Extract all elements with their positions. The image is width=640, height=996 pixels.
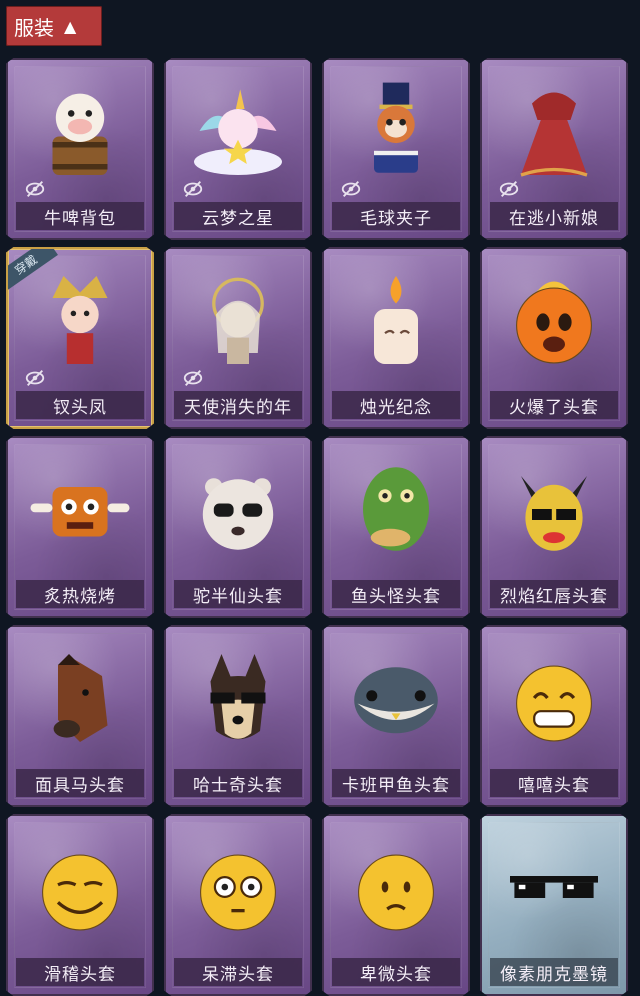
- category-tab-clothing[interactable]: 服装 ▲: [6, 6, 102, 46]
- item-name: 驼半仙头套: [174, 580, 302, 608]
- category-label: 服装: [14, 15, 54, 40]
- item-name: 鱼头怪头套: [332, 580, 460, 608]
- item-card[interactable]: 毛球夹子: [322, 58, 470, 240]
- item-name: 云梦之星: [174, 202, 302, 230]
- item-card[interactable]: 驼半仙头套: [164, 436, 312, 618]
- item-name: 火爆了头套: [490, 391, 618, 419]
- item-card[interactable]: 烛光纪念: [322, 247, 470, 429]
- item-card[interactable]: 哈士奇头套: [164, 625, 312, 807]
- item-name: 哈士奇头套: [174, 769, 302, 797]
- item-name: 滑稽头套: [16, 958, 144, 986]
- item-card[interactable]: 云梦之星: [164, 58, 312, 240]
- item-grid: 牛啤背包 云梦之星 毛球夹子 在逃小新娘 穿戴 钗头凤 天使消失的年 烛光纪念 火…: [6, 58, 628, 996]
- item-name: 像素朋克墨镜: [490, 958, 618, 986]
- item-card[interactable]: 鱼头怪头套: [322, 436, 470, 618]
- item-card[interactable]: 在逃小新娘: [480, 58, 628, 240]
- item-card[interactable]: 面具马头套: [6, 625, 154, 807]
- item-card[interactable]: 炙热烧烤: [6, 436, 154, 618]
- item-card[interactable]: 穿戴 钗头凤: [6, 247, 154, 429]
- item-name: 炙热烧烤: [16, 580, 144, 608]
- item-card[interactable]: 烈焰红唇头套: [480, 436, 628, 618]
- eye-slash-icon[interactable]: [182, 367, 204, 389]
- item-name: 天使消失的年: [174, 391, 302, 419]
- item-name: 钗头凤: [16, 391, 144, 419]
- item-card[interactable]: 火爆了头套: [480, 247, 628, 429]
- item-name: 烛光纪念: [332, 391, 460, 419]
- eye-slash-icon[interactable]: [24, 367, 46, 389]
- item-card[interactable]: 嘻嘻头套: [480, 625, 628, 807]
- item-name: 卡班甲鱼头套: [332, 769, 460, 797]
- item-card[interactable]: 卑微头套: [322, 814, 470, 996]
- item-name: 卑微头套: [332, 958, 460, 986]
- eye-slash-icon[interactable]: [24, 178, 46, 200]
- eye-slash-icon[interactable]: [340, 178, 362, 200]
- item-card[interactable]: 像素朋克墨镜: [480, 814, 628, 996]
- item-card[interactable]: 天使消失的年: [164, 247, 312, 429]
- item-name: 呆滞头套: [174, 958, 302, 986]
- item-name: 牛啤背包: [16, 202, 144, 230]
- item-card[interactable]: 牛啤背包: [6, 58, 154, 240]
- item-name: 毛球夹子: [332, 202, 460, 230]
- item-name: 嘻嘻头套: [490, 769, 618, 797]
- item-name: 面具马头套: [16, 769, 144, 797]
- eye-slash-icon[interactable]: [498, 178, 520, 200]
- item-name: 在逃小新娘: [490, 202, 618, 230]
- item-card[interactable]: 滑稽头套: [6, 814, 154, 996]
- chevron-up-icon: ▲: [64, 16, 77, 36]
- item-card[interactable]: 呆滞头套: [164, 814, 312, 996]
- item-name: 烈焰红唇头套: [490, 580, 618, 608]
- eye-slash-icon[interactable]: [182, 178, 204, 200]
- item-card[interactable]: 卡班甲鱼头套: [322, 625, 470, 807]
